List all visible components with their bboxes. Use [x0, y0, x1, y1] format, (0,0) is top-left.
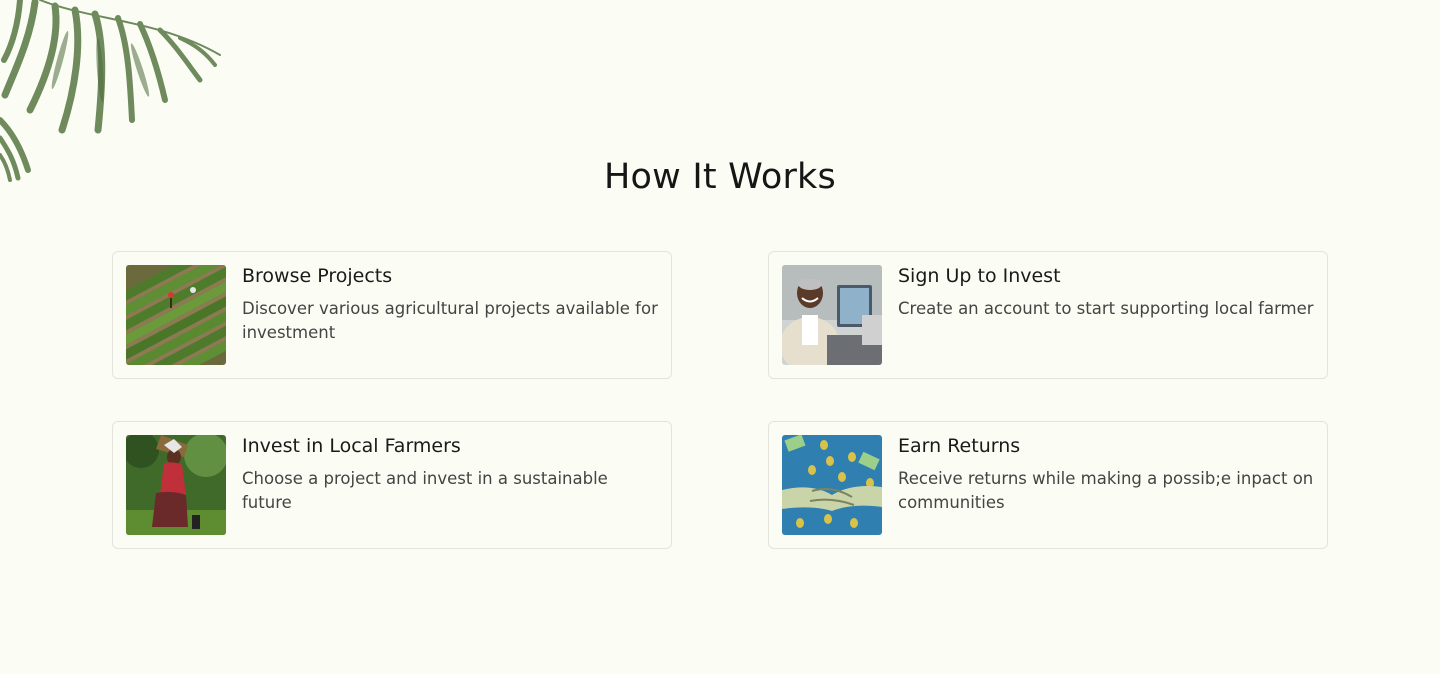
man-at-laptop-photo	[782, 265, 882, 365]
step-card-earn-returns[interactable]: Earn Returns Receive returns while makin…	[768, 421, 1328, 549]
step-card-sign-up[interactable]: Sign Up to Invest Create an account to s…	[768, 251, 1328, 379]
step-title: Invest in Local Farmers	[242, 435, 461, 457]
step-description: Receive returns while making a possib;e …	[898, 469, 1314, 512]
step-description: Choose a project and invest in a sustain…	[242, 469, 608, 512]
step-title: Sign Up to Invest	[898, 265, 1061, 287]
farm-field-aerial-photo	[126, 265, 226, 365]
step-title: Earn Returns	[898, 435, 1021, 457]
section-title: How It Works	[604, 157, 836, 197]
step-card-browse-projects[interactable]: Browse Projects Discover various agricul…	[112, 251, 672, 379]
step-title: Browse Projects	[242, 265, 393, 287]
step-card-invest-local-farmers[interactable]: Invest in Local Farmers Choose a project…	[112, 421, 672, 549]
step-description: Create an account to start supporting lo…	[898, 299, 1314, 318]
farmer-carrying-crops-photo	[126, 435, 226, 535]
step-description: Discover various agricultural projects a…	[242, 299, 658, 342]
how-it-works-section: How It Works Browse Projects Discover va…	[0, 0, 1440, 674]
handshake-money-illustration	[782, 435, 882, 535]
